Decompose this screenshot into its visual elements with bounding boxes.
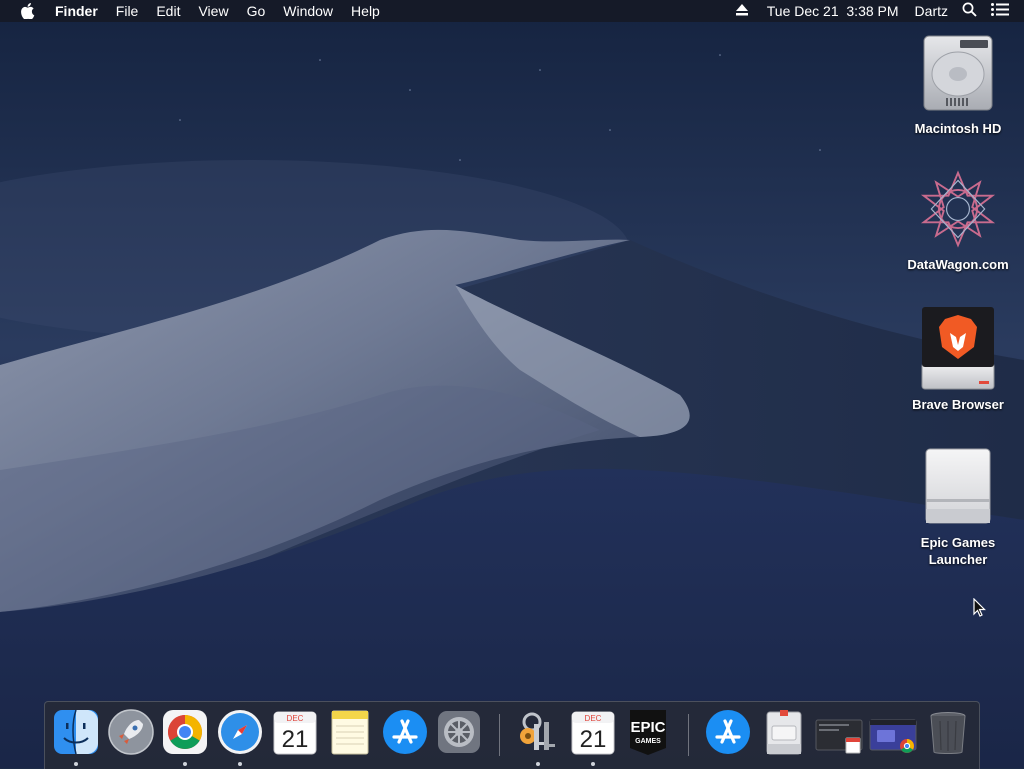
hard-drive-icon: [918, 32, 998, 114]
dock-keychain-access[interactable]: [514, 708, 562, 756]
spotlight-search-icon[interactable]: [962, 2, 977, 20]
desktop-icon-epic-games-launcher[interactable]: Epic Games Launcher: [903, 446, 1013, 568]
calendar-day: 21: [282, 726, 309, 753]
menu-file[interactable]: File: [107, 0, 148, 22]
running-indicator: [238, 762, 242, 766]
menu-help[interactable]: Help: [342, 0, 389, 22]
dock-chrome[interactable]: [161, 708, 209, 756]
keychain-access-icon: [520, 712, 555, 750]
dock-launchpad[interactable]: [107, 708, 155, 756]
launchpad-icon: [108, 709, 154, 755]
calendar-icon: DEC 21: [273, 711, 317, 755]
calendar-month: DEC: [287, 714, 304, 723]
brave-disk-image-icon: [918, 307, 998, 390]
dock-calendar[interactable]: DEC 21: [271, 708, 319, 756]
calendar-month: DEC: [585, 714, 602, 723]
menu-view[interactable]: View: [189, 0, 237, 22]
desktop-icon-macintosh-hd[interactable]: Macintosh HD: [903, 32, 1013, 137]
dock-app-store[interactable]: [381, 708, 429, 756]
dock-separator: [499, 714, 500, 756]
safari-icon: [218, 710, 262, 754]
mouse-cursor-icon: [973, 598, 986, 617]
window-thumbnail-icon: [815, 719, 863, 754]
desktop-icon-datawagon[interactable]: DataWagon.com: [903, 168, 1013, 273]
app-store-icon: [383, 710, 427, 754]
menu-window[interactable]: Window: [274, 0, 342, 22]
notification-center-icon[interactable]: [991, 3, 1009, 19]
desktop-icon-label: DataWagon.com: [907, 257, 1009, 272]
calendar-icon: DEC 21: [571, 711, 615, 755]
dock-installer-disk[interactable]: [760, 708, 808, 756]
menu-clock[interactable]: Tue Dec 21 3:38 PM: [767, 3, 899, 19]
epic-games-icon: EPIC GAMES: [630, 710, 666, 755]
dock-safari[interactable]: [216, 708, 264, 756]
epic-logo-line2: GAMES: [635, 738, 661, 745]
desktop-wallpaper: [0, 0, 1024, 768]
trash-icon: [930, 712, 966, 754]
chrome-icon: [163, 710, 207, 754]
system-preferences-icon: [438, 711, 480, 753]
dock-system-preferences[interactable]: [435, 708, 483, 756]
dock: DEC 21 DEC 21 EPIC GAMES: [44, 701, 980, 769]
network-volume-icon: [918, 168, 998, 250]
eject-icon[interactable]: [735, 3, 749, 19]
notes-icon: [331, 710, 369, 755]
dock-recent-calendar-window[interactable]: [815, 708, 863, 756]
window-thumbnail-icon: [869, 719, 917, 753]
dock-notes[interactable]: [326, 708, 374, 756]
desktop-icon-label: Macintosh HD: [914, 121, 1002, 136]
menu-user[interactable]: Dartz: [915, 3, 948, 19]
running-indicator: [183, 762, 187, 766]
running-indicator: [536, 762, 540, 766]
app-store-downloads-icon: [706, 710, 750, 754]
installer-disk-icon: [766, 710, 802, 755]
desktop-icon-brave-browser[interactable]: Brave Browser: [903, 307, 1013, 413]
desktop-icon-label: Epic Games Launcher: [920, 535, 996, 567]
running-indicator: [591, 762, 595, 766]
dock-finder[interactable]: [52, 708, 100, 756]
dock-app-store-downloads[interactable]: [704, 708, 752, 756]
calendar-day: 21: [580, 726, 607, 753]
dock-recent-chrome-window[interactable]: [869, 708, 917, 756]
menu-go[interactable]: Go: [238, 0, 275, 22]
running-indicator: [74, 762, 78, 766]
dock-separator: [688, 714, 689, 756]
menu-edit[interactable]: Edit: [147, 0, 189, 22]
menu-app-name[interactable]: Finder: [46, 0, 107, 22]
external-drive-icon: [918, 446, 998, 528]
desktop-icon-label: Brave Browser: [912, 397, 1004, 412]
dock-calendar-2[interactable]: DEC 21: [569, 708, 617, 756]
epic-logo-line1: EPIC: [630, 719, 665, 736]
dock-trash[interactable]: [924, 708, 972, 756]
dock-epic-games[interactable]: EPIC GAMES: [624, 708, 672, 756]
finder-icon: [54, 709, 98, 755]
apple-icon[interactable]: [18, 3, 38, 19]
menu-bar: Finder File Edit View Go Window Help Tue…: [0, 0, 1024, 22]
